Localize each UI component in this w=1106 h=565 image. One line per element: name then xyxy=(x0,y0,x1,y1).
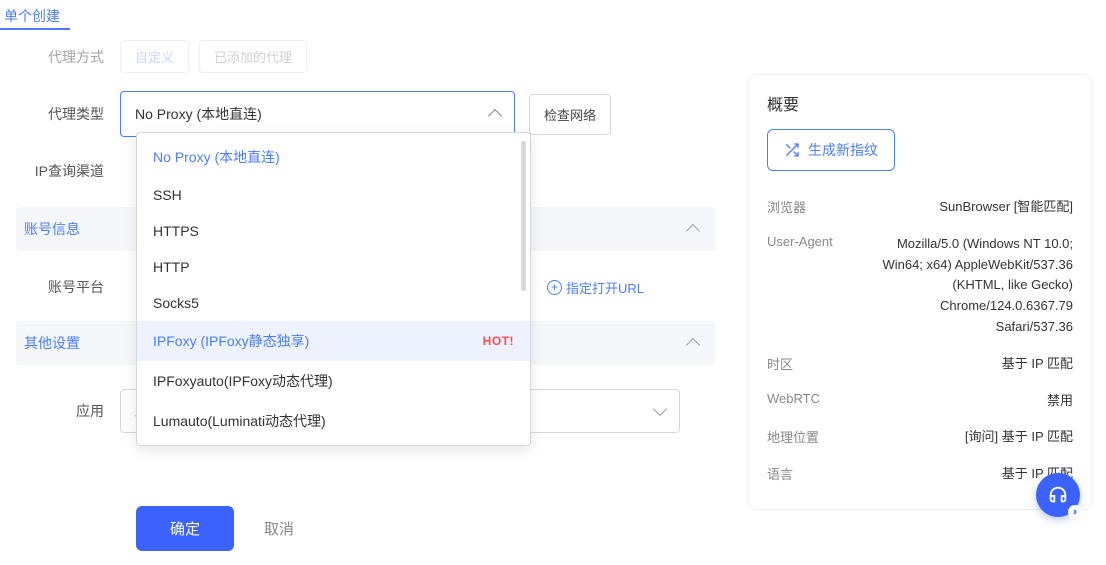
proxy-type-option[interactable]: IPFoxyauto(IPFoxy动态代理) xyxy=(137,361,530,401)
summary-key: 地理位置 xyxy=(767,427,819,446)
scrollbar-thumb[interactable] xyxy=(521,141,526,291)
label-platform: 账号平台 xyxy=(20,277,120,297)
shuffle-icon xyxy=(784,142,800,158)
generate-fingerprint-label: 生成新指纹 xyxy=(808,140,878,160)
proxy-type-value: No Proxy (本地直连) xyxy=(135,104,262,124)
hot-badge: HOT! xyxy=(483,334,514,348)
summary-value: 基于 IP 匹配 xyxy=(1002,354,1073,375)
summary-key: WebRTC xyxy=(767,391,820,406)
generate-fingerprint-button[interactable]: 生成新指纹 xyxy=(767,129,895,171)
check-network-button[interactable]: 检查网络 xyxy=(529,94,611,135)
summary-key: User-Agent xyxy=(767,234,833,249)
proxy-type-option[interactable]: Socks5 xyxy=(137,285,530,321)
proxy-type-option[interactable]: HTTP xyxy=(137,249,530,285)
headset-icon xyxy=(1047,484,1069,506)
summary-row: 地理位置 [询问] 基于 IP 匹配 xyxy=(767,419,1073,456)
summary-row: 浏览器 SunBrowser [智能匹配] xyxy=(767,189,1073,226)
proxy-type-select[interactable]: No Proxy (本地直连) xyxy=(120,91,515,137)
summary-key: 时区 xyxy=(767,354,793,373)
proxy-type-option[interactable]: Lumauto(Luminati动态代理) xyxy=(137,401,530,441)
tab-single-create[interactable]: 单个创建 xyxy=(0,6,60,26)
summary-value: SunBrowser [智能匹配] xyxy=(939,197,1073,218)
summary-value: Mozilla/5.0 (Windows NT 10.0; Win64; x64… xyxy=(863,234,1073,338)
fab-arrow-icon xyxy=(1068,505,1082,519)
option-label: IPFoxy (IPFoxy静态独享) xyxy=(153,331,309,351)
option-label: No Proxy (本地直连) xyxy=(153,147,280,167)
tab-underline xyxy=(0,28,70,30)
summary-value: [询问] 基于 IP 匹配 xyxy=(965,427,1073,448)
plus-circle-icon: + xyxy=(547,280,562,295)
proxy-type-option[interactable]: HTTPS xyxy=(137,213,530,249)
proxy-type-dropdown: No Proxy (本地直连) SSH HTTPS HTTP Socks5 IPFoxy … xyxy=(136,132,531,446)
summary-panel: 概要 生成新指纹 浏览器 SunBrowser [智能匹配] User-Agent M… xyxy=(748,74,1092,510)
chevron-up-icon xyxy=(686,338,700,352)
summary-title: 概要 xyxy=(767,91,1073,115)
label-ip-channel: IP查询渠道 xyxy=(20,161,120,181)
option-label: HTTPS xyxy=(153,223,199,239)
proxy-mode-custom-button[interactable]: 自定义 xyxy=(120,40,189,73)
section-other-title: 其他设置 xyxy=(20,333,120,353)
option-label: Lumauto(Luminati动态代理) xyxy=(153,411,326,431)
label-proxy-mode: 代理方式 xyxy=(20,47,120,67)
support-fab[interactable] xyxy=(1036,473,1080,517)
label-app: 应用 xyxy=(20,401,120,421)
footer-actions: 确定 取消 xyxy=(136,506,294,551)
cancel-button[interactable]: 取消 xyxy=(264,518,294,539)
confirm-button[interactable]: 确定 xyxy=(136,506,234,551)
summary-key: 语言 xyxy=(767,464,793,483)
option-label: HTTP xyxy=(153,259,190,275)
proxy-type-option[interactable]: SSH xyxy=(137,177,530,213)
section-account-title: 账号信息 xyxy=(20,219,120,239)
option-label: SSH xyxy=(153,187,182,203)
proxy-type-option[interactable]: No Proxy (本地直连) xyxy=(137,137,530,177)
option-label: IPFoxyauto(IPFoxy动态代理) xyxy=(153,371,333,391)
chevron-up-icon xyxy=(488,109,502,123)
summary-value: 禁用 xyxy=(1047,391,1073,412)
chevron-up-icon xyxy=(686,224,700,238)
summary-row: User-Agent Mozilla/5.0 (Windows NT 10.0; … xyxy=(767,226,1073,346)
summary-row: WebRTC 禁用 xyxy=(767,383,1073,420)
open-url-link[interactable]: + 指定打开URL xyxy=(547,278,644,297)
label-proxy-type: 代理类型 xyxy=(20,104,120,124)
proxy-type-option[interactable]: IPFoxy (IPFoxy静态独享) HOT! xyxy=(137,321,530,361)
option-label: Socks5 xyxy=(153,295,199,311)
summary-key: 浏览器 xyxy=(767,197,806,216)
summary-row: 时区 基于 IP 匹配 xyxy=(767,346,1073,383)
proxy-mode-added-button[interactable]: 已添加的代理 xyxy=(199,40,307,73)
chevron-down-icon xyxy=(653,402,667,416)
summary-row: 语言基于 IP 匹配 xyxy=(767,456,1073,493)
open-url-label: 指定打开URL xyxy=(566,278,644,297)
